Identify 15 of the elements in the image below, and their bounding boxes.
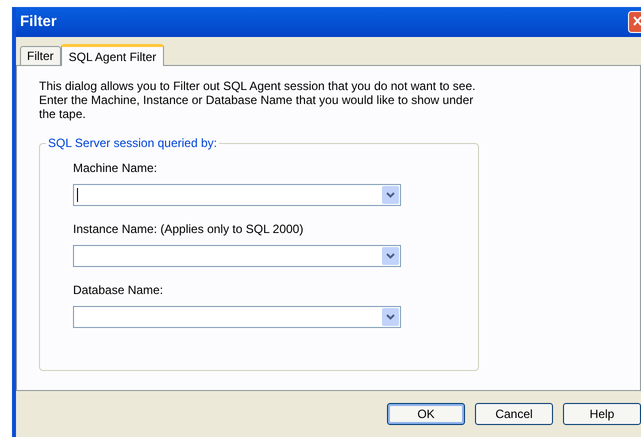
- dropdown-field[interactable]: [73, 306, 401, 328]
- close-icon[interactable]: [628, 11, 641, 33]
- dialog-button[interactable]: OK: [387, 403, 465, 425]
- field-label: Database Name:: [73, 283, 164, 297]
- dropdown-field[interactable]: [73, 245, 401, 267]
- field-label: Instance Name: (Applies only to SQL 2000): [73, 222, 304, 236]
- description-text: This dialog allows you to Filter out SQL Agent session that you do not want to see. Enter the Machine, Instance or Database Name that you would like to show under the tape.: [39, 79, 476, 121]
- dialog-button[interactable]: Help: [563, 403, 641, 425]
- dropdown-field[interactable]: [73, 184, 401, 206]
- field-label: Machine Name:: [73, 161, 158, 175]
- dialog-button[interactable]: Cancel: [475, 403, 553, 425]
- tab[interactable]: Filter: [20, 46, 61, 65]
- group-title: SQL Server session queried by:: [46, 136, 219, 150]
- tab[interactable]: SQL Agent Filter: [60, 44, 164, 66]
- window-title: Filter: [20, 12, 57, 32]
